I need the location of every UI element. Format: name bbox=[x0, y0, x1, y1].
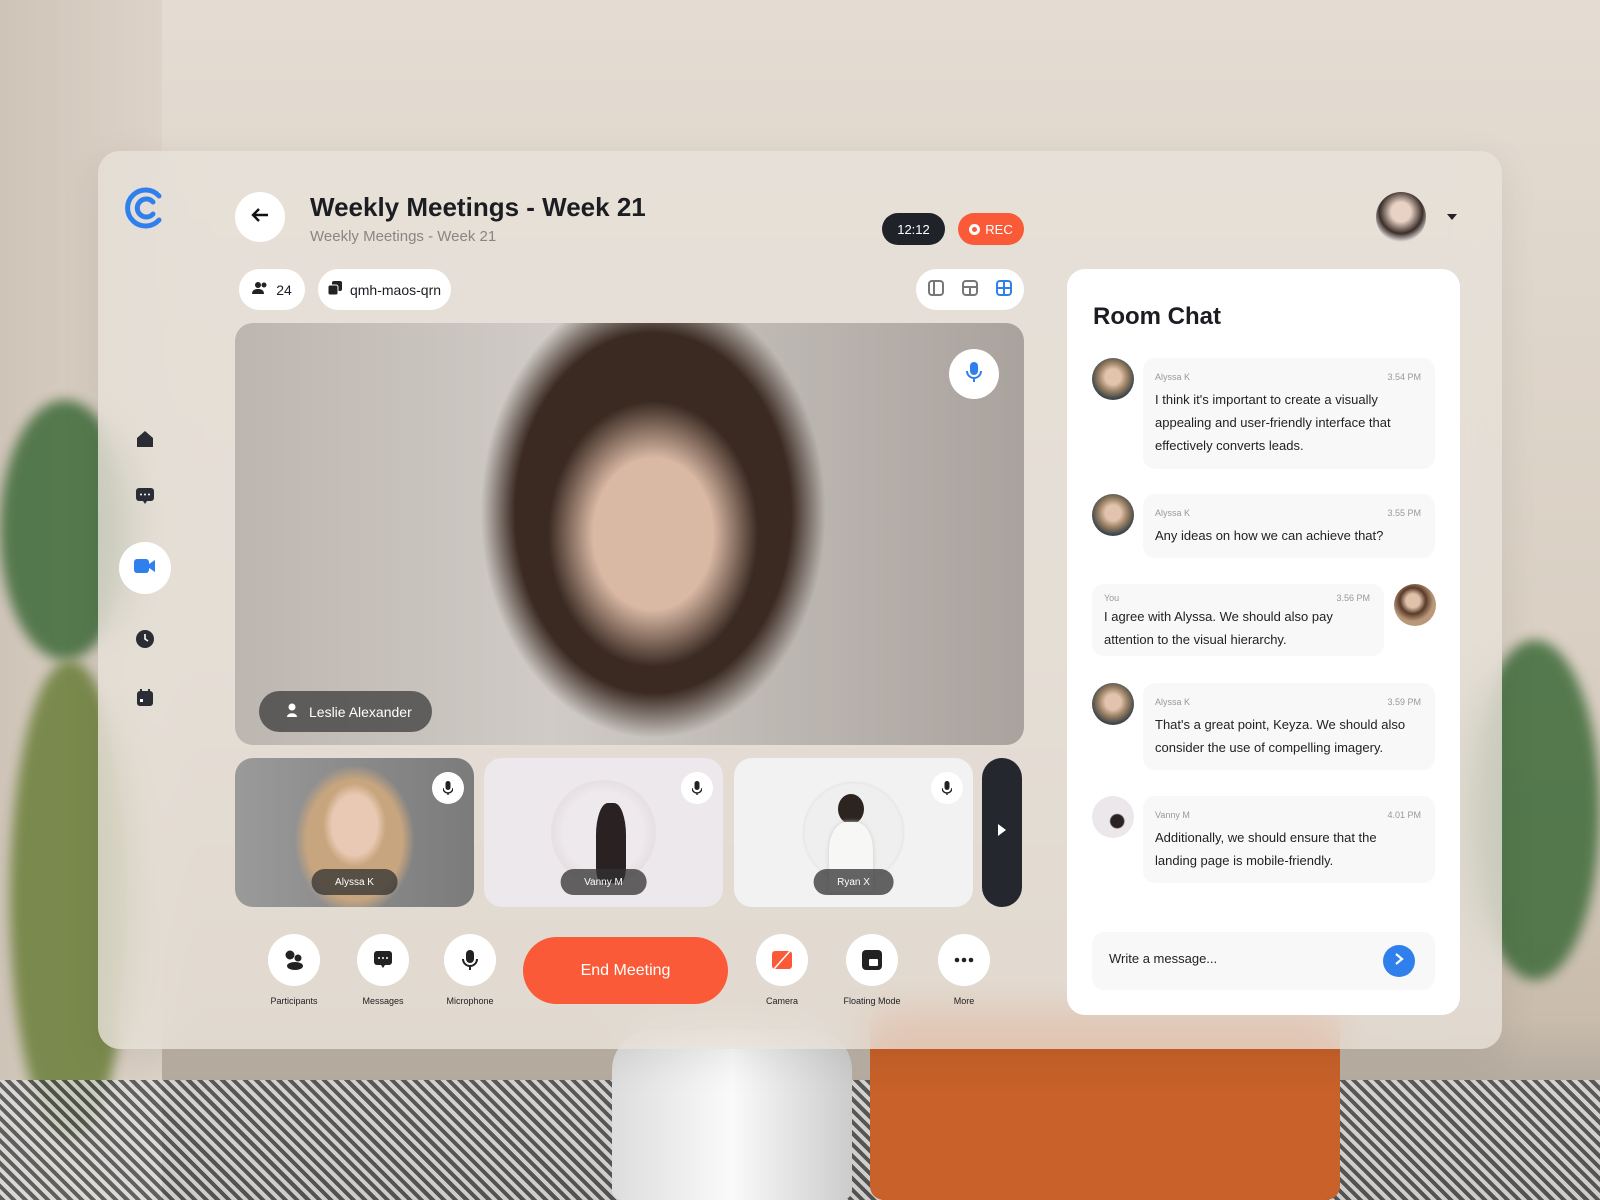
messages-button[interactable]: Messages bbox=[338, 934, 428, 1006]
recording-badge[interactable]: REC bbox=[958, 213, 1024, 245]
avatar bbox=[1092, 494, 1134, 536]
page-subtitle: Weekly Meetings - Week 21 bbox=[310, 228, 497, 245]
microphone-icon bbox=[444, 934, 496, 986]
calendar-icon[interactable] bbox=[134, 687, 156, 709]
thumbnail-video[interactable]: Vanny M bbox=[484, 758, 723, 907]
message-time: 3.54 PM bbox=[1387, 372, 1421, 382]
room-code[interactable]: qmh-maos-qrn bbox=[318, 269, 451, 310]
message-text: That's a great point, Keyza. We should a… bbox=[1155, 717, 1406, 755]
message-text: Additionally, we should ensure that the … bbox=[1155, 830, 1377, 868]
user-avatar[interactable] bbox=[1376, 192, 1426, 242]
message-time: 3.56 PM bbox=[1336, 593, 1370, 603]
record-icon bbox=[969, 223, 981, 235]
participants-icon bbox=[268, 934, 320, 986]
messages-label: Messages bbox=[362, 996, 404, 1006]
more-button[interactable]: More bbox=[919, 934, 1009, 1006]
message-time: 4.01 PM bbox=[1387, 810, 1421, 820]
chat-message: Alyssa K 3.55 PM Any ideas on how we can a… bbox=[1143, 494, 1435, 558]
message-author: Alyssa K bbox=[1155, 697, 1191, 707]
end-meeting-button[interactable]: End Meeting bbox=[523, 937, 728, 1004]
messages-icon bbox=[357, 934, 409, 986]
message-text: Any ideas on how we can achieve that? bbox=[1155, 528, 1384, 543]
play-right-icon bbox=[997, 823, 1007, 842]
speaker-name-tag: Leslie Alexander bbox=[259, 691, 432, 732]
avatar bbox=[1394, 584, 1436, 626]
message-text: I agree with Alyssa. We should also pay … bbox=[1104, 609, 1333, 647]
avatar bbox=[1092, 796, 1134, 838]
microphone-icon bbox=[966, 361, 982, 388]
chevron-right-icon bbox=[1394, 952, 1404, 971]
app-logo bbox=[123, 186, 167, 235]
message-time: 3.55 PM bbox=[1387, 508, 1421, 518]
rec-label: REC bbox=[985, 221, 1013, 237]
message-input[interactable] bbox=[1109, 951, 1369, 966]
page-title: Weekly Meetings - Week 21 bbox=[310, 192, 646, 222]
chat-message-own: You 3.56 PM I agree with Alyssa. We should… bbox=[1092, 584, 1384, 656]
main-video-feed[interactable]: Leslie Alexander bbox=[235, 323, 1024, 745]
background-stool bbox=[612, 1030, 852, 1200]
meeting-timer: 12:12 bbox=[882, 213, 945, 245]
layout-grid-icon[interactable] bbox=[996, 280, 1012, 299]
message-author: Vanny M bbox=[1155, 810, 1190, 820]
avatar bbox=[1092, 683, 1134, 725]
microphone-icon[interactable] bbox=[432, 772, 464, 804]
more-label: More bbox=[953, 996, 975, 1006]
back-button[interactable] bbox=[235, 192, 285, 242]
thumbnail-name: Vanny M bbox=[560, 869, 647, 895]
message-author: Alyssa K bbox=[1155, 372, 1191, 382]
arrow-left-icon bbox=[250, 207, 270, 228]
message-time: 3.59 PM bbox=[1387, 697, 1421, 707]
avatar bbox=[1092, 358, 1134, 400]
thumbnail-name: Alyssa K bbox=[311, 869, 398, 895]
copy-icon bbox=[327, 281, 342, 298]
clock-icon[interactable] bbox=[134, 628, 156, 650]
thumbnail-name: Ryan X bbox=[813, 869, 894, 895]
chat-message: Alyssa K 3.54 PM I think it's important to… bbox=[1143, 358, 1435, 469]
more-dots-icon bbox=[938, 934, 990, 986]
message-text: I think it's important to create a visua… bbox=[1155, 392, 1391, 453]
camera-off-icon bbox=[756, 934, 808, 986]
users-icon bbox=[252, 281, 268, 298]
user-icon bbox=[287, 703, 297, 720]
message-input-box bbox=[1092, 932, 1435, 990]
thumbnail-video[interactable]: Ryan X bbox=[734, 758, 973, 907]
microphone-button[interactable]: Microphone bbox=[425, 934, 515, 1006]
layout-split-icon[interactable] bbox=[962, 280, 978, 299]
home-icon[interactable] bbox=[134, 428, 156, 450]
camera-label: Camera bbox=[765, 996, 798, 1006]
chat-title: Room Chat bbox=[1093, 303, 1221, 330]
chat-icon[interactable] bbox=[134, 485, 156, 507]
room-chat-panel: Room Chat Alyssa K 3.54 PM I think it's im… bbox=[1067, 269, 1460, 1015]
video-icon bbox=[133, 556, 157, 581]
speaker-name: Leslie Alexander bbox=[309, 703, 412, 720]
layout-sidebar-icon[interactable] bbox=[928, 280, 944, 299]
next-thumbnails-button[interactable] bbox=[982, 758, 1022, 907]
participants-button[interactable]: Participants bbox=[249, 934, 339, 1006]
send-button[interactable] bbox=[1383, 945, 1415, 977]
chat-message: Alyssa K 3.59 PM That's a great point, Key… bbox=[1143, 683, 1435, 770]
camera-button[interactable]: Camera bbox=[737, 934, 827, 1006]
main-mic-button[interactable] bbox=[949, 349, 999, 399]
microphone-label: Microphone bbox=[446, 996, 494, 1006]
chat-message: Vanny M 4.01 PM Additionally, we should en… bbox=[1143, 796, 1435, 883]
microphone-icon[interactable] bbox=[931, 772, 963, 804]
layout-toggle bbox=[916, 269, 1024, 310]
participant-count[interactable]: 24 bbox=[239, 269, 305, 310]
thumbnail-video[interactable]: Alyssa K bbox=[235, 758, 474, 907]
microphone-icon[interactable] bbox=[681, 772, 713, 804]
sidebar-item-video[interactable] bbox=[119, 542, 171, 594]
room-code-value: qmh-maos-qrn bbox=[349, 281, 442, 298]
message-author: You bbox=[1104, 593, 1120, 603]
floating-mode-button[interactable]: Floating Mode bbox=[827, 934, 917, 1006]
message-author: Alyssa K bbox=[1155, 508, 1191, 518]
floating-mode-label: Floating Mode bbox=[843, 996, 901, 1006]
caret-down-icon[interactable] bbox=[1447, 214, 1457, 220]
participant-count-value: 24 bbox=[276, 281, 292, 298]
participants-label: Participants bbox=[270, 996, 318, 1006]
floating-window-icon bbox=[846, 934, 898, 986]
